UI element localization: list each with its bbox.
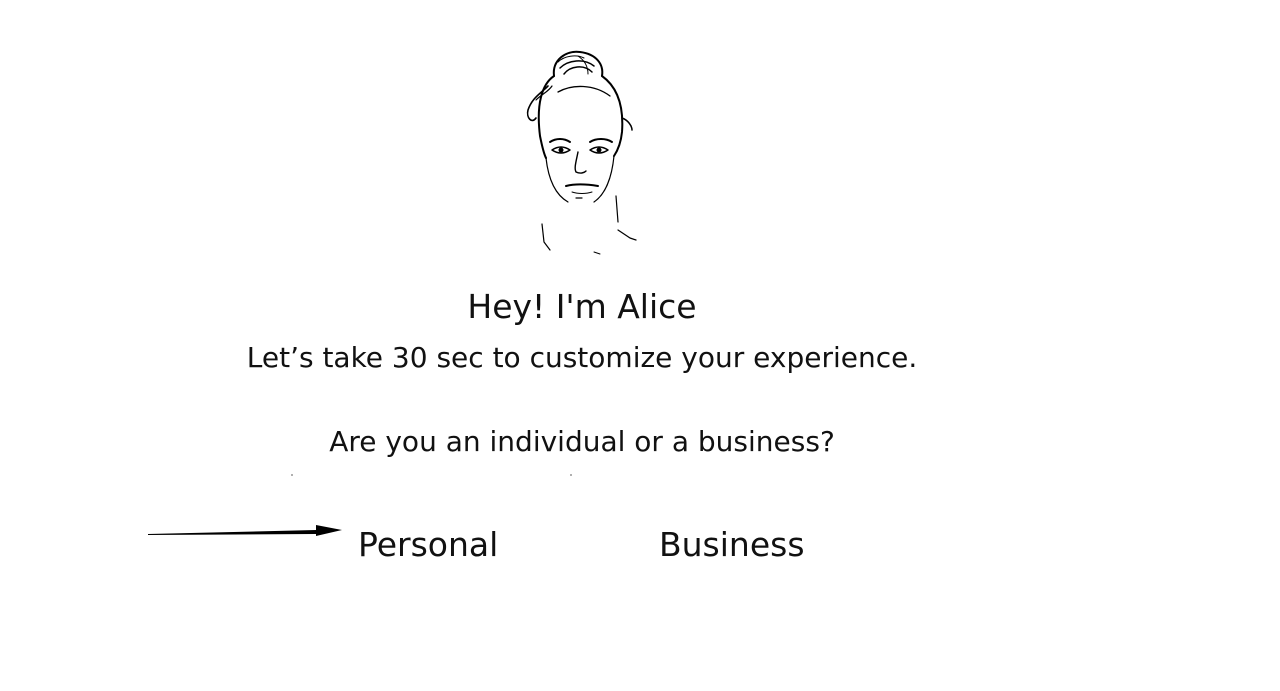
assistant-avatar (518, 46, 644, 258)
account-type-question: Are you an individual or a business? (329, 425, 835, 458)
pointer-arrow (146, 518, 346, 540)
assistant-intro: Let’s take 30 sec to customize your expe… (246, 341, 918, 374)
arrow-right-icon (148, 525, 342, 536)
business-option-button[interactable]: Business (659, 524, 805, 566)
woman-sketch-icon (526, 50, 637, 255)
decorative-dot (570, 474, 572, 476)
assistant-greeting: Hey! I'm Alice (467, 287, 697, 326)
decorative-dot (291, 474, 293, 476)
personal-option-button[interactable]: Personal (358, 524, 498, 566)
